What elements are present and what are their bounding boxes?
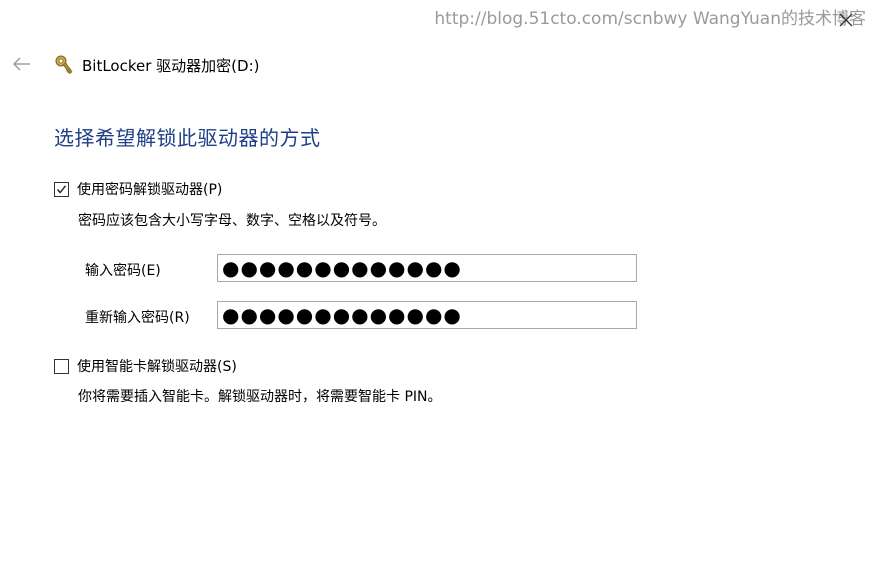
password-option-label[interactable]: 使用密码解锁驱动器(P) [77,179,222,199]
window-title-bar: BitLocker 驱动器加密(D:) [52,52,259,78]
smartcard-checkbox[interactable] [54,358,69,374]
back-arrow-icon [13,57,30,71]
smartcard-option-label[interactable]: 使用智能卡解锁驱动器(S) [77,356,237,376]
enter-password-input[interactable]: ●●●●●●●●●●●●● [217,254,637,282]
bitlocker-window: http://blog.51cto.com/scnbwy WangYuan的技术… [0,0,872,579]
reenter-password-input[interactable]: ●●●●●●●●●●●●● [217,301,637,329]
smartcard-hint: 你将需要插入智能卡。解锁驱动器时，将需要智能卡 PIN。 [78,389,442,405]
password-hint: 密码应该包含大小写字母、数字、空格以及符号。 [78,213,386,229]
password-option-row[interactable]: 使用密码解锁驱动器(P) [54,179,222,199]
back-button[interactable] [12,55,32,73]
close-button[interactable] [838,12,854,28]
smartcard-option-row[interactable]: 使用智能卡解锁驱动器(S) [54,356,237,376]
reenter-password-label: 重新输入密码(R) [85,310,190,326]
checkmark-icon [56,184,67,194]
bitlocker-key-icon [55,55,73,75]
window-title: BitLocker 驱动器加密(D:) [82,56,260,75]
watermark-text: http://blog.51cto.com/scnbwy WangYuan的技术… [434,9,866,29]
page-heading: 选择希望解锁此驱动器的方式 [54,126,321,150]
password-checkbox[interactable] [54,181,69,197]
enter-password-label: 输入密码(E) [85,263,161,279]
close-icon [839,13,853,27]
